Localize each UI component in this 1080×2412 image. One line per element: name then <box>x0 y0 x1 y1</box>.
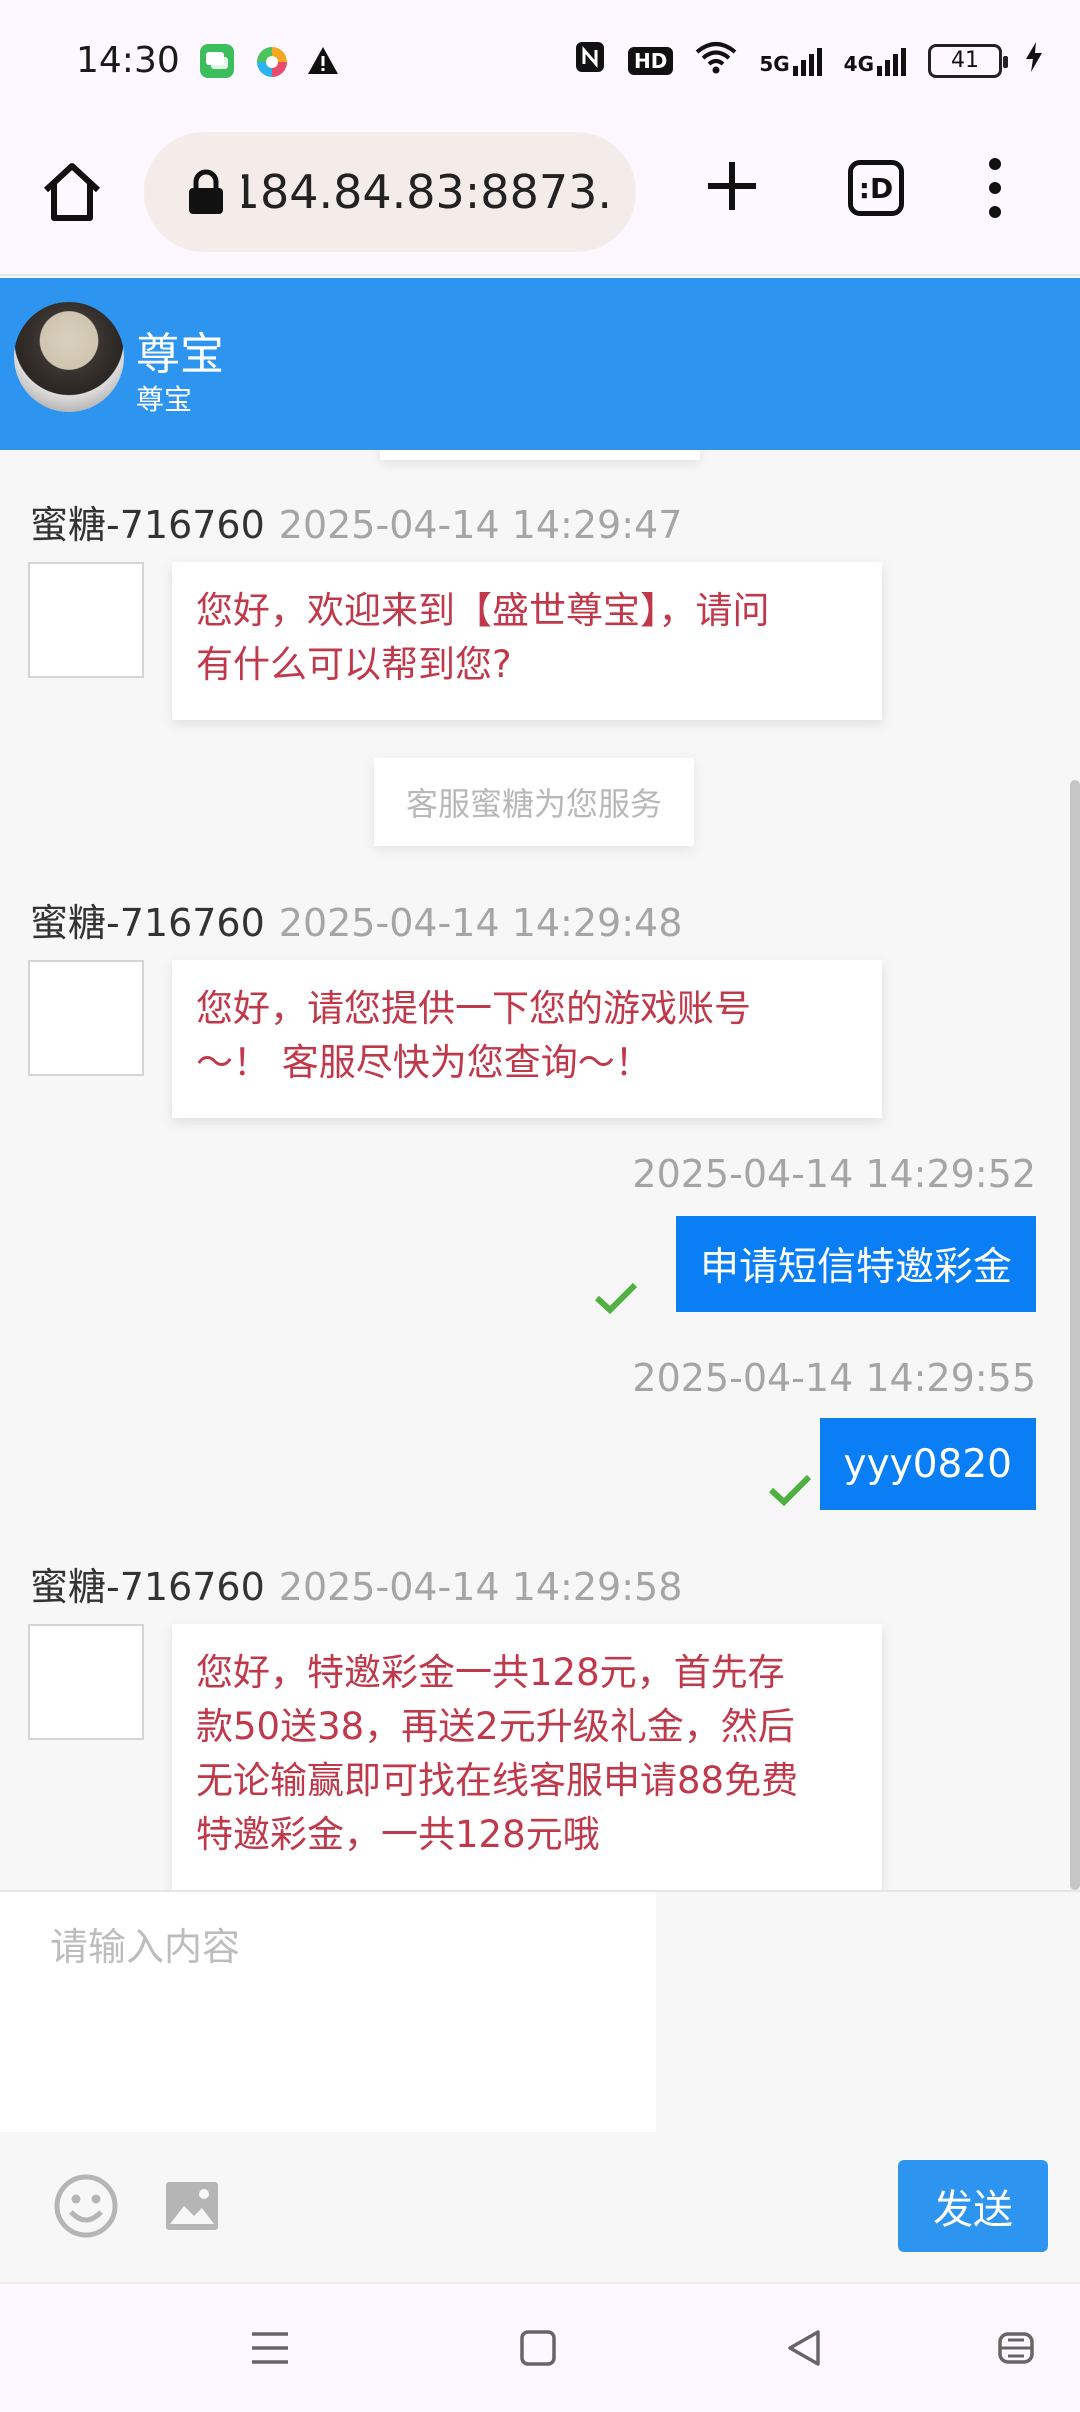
message-input[interactable] <box>0 1892 656 2132</box>
signal-5g-icon: 5G <box>759 46 822 76</box>
status-bar: 14:30 HD 5G 4G 41 <box>0 0 1080 120</box>
nfc-icon <box>574 40 606 81</box>
assistant-icon[interactable] <box>994 2326 1038 2370</box>
chat-title: 尊宝 <box>136 329 224 380</box>
check-icon <box>594 1282 638 1314</box>
scrollbar[interactable] <box>1070 780 1080 1890</box>
charging-icon <box>1024 40 1044 81</box>
timestamp: 2025-04-14 14:29:47 <box>278 503 683 547</box>
back-icon[interactable] <box>782 2326 826 2370</box>
send-button[interactable]: 发送 <box>898 2160 1048 2252</box>
menu-lines-icon[interactable] <box>248 2326 292 2370</box>
url-text[interactable]: .184.84.83:8873 <box>242 165 612 219</box>
composer: 发送 <box>0 1890 1080 2280</box>
message-meta: 蜜糖-716760 2025-04-14 14:29:58 <box>30 1556 682 1611</box>
sender-name: 蜜糖-716760 <box>30 1565 265 1609</box>
timestamp: 2025-04-14 14:29:52 <box>632 1152 1036 1196</box>
messages-app-icon <box>200 44 234 78</box>
more-menu-icon[interactable] <box>980 158 1010 222</box>
agent-avatar <box>28 1624 144 1740</box>
pinwheel-app-icon <box>254 44 288 78</box>
system-nav-bar <box>0 2282 1080 2412</box>
status-time: 14:30 <box>76 40 180 81</box>
new-tab-icon[interactable] <box>704 158 760 214</box>
hd-icon: HD <box>627 46 674 75</box>
agent-message: 您好，请您提供一下您的游戏账号 ～！ 客服尽快为您查询～！ <box>172 960 882 1118</box>
message-line: 您好，请您提供一下您的游戏账号 <box>196 987 751 1030</box>
message-line: 特邀彩金，一共128元哦 <box>196 1813 600 1856</box>
timestamp: 2025-04-14 14:29:58 <box>278 1565 683 1609</box>
agent-avatar <box>28 562 144 678</box>
timestamp: 2025-04-14 14:29:48 <box>278 901 683 945</box>
timestamp: 2025-04-14 14:29:55 <box>632 1356 1036 1400</box>
warning-icon <box>306 44 340 78</box>
message-line: 无论输赢即可找在线客服申请88免费 <box>196 1759 799 1802</box>
chat-header: 尊宝 尊宝 <box>0 278 1080 450</box>
message-line: 您好，特邀彩金一共128元，首先存 <box>196 1651 785 1694</box>
wifi-icon <box>695 40 737 81</box>
agent-message: 您好，特邀彩金一共128元，首先存 款50送38，再送2元升级礼金，然后 无论输… <box>172 1624 882 1890</box>
battery-level: 41 <box>951 48 979 73</box>
message-line: ～！ 客服尽快为您查询～！ <box>196 1041 652 1084</box>
status-icons: HD 5G 4G 41 <box>574 40 1044 81</box>
message-line: 您好，欢迎来到【盛世尊宝】，请问 <box>196 589 770 632</box>
emoji-icon[interactable] <box>54 2174 118 2238</box>
signal-4g-icon: 4G <box>844 46 906 76</box>
chat-subtitle: 尊宝 <box>136 383 193 416</box>
battery-icon: 41 <box>928 43 1008 78</box>
message-line: 款50送38，再送2元升级礼金，然后 <box>196 1705 795 1748</box>
agent-avatar <box>28 960 144 1076</box>
home-icon[interactable] <box>40 160 104 224</box>
sender-name: 蜜糖-716760 <box>30 901 265 945</box>
avatar[interactable] <box>14 302 124 412</box>
message-line: 有什么可以帮到您? <box>196 643 512 686</box>
sender-name: 蜜糖-716760 <box>30 503 265 547</box>
user-message: yyy0820 <box>819 1418 1036 1510</box>
message-meta: 蜜糖-716760 2025-04-14 14:29:47 <box>30 494 682 549</box>
address-bar[interactable]: .184.84.83:8873 <box>144 132 636 252</box>
partial-message <box>380 450 700 460</box>
image-icon[interactable] <box>164 2178 220 2234</box>
system-notice: 客服蜜糖为您服务 <box>374 758 694 846</box>
home-square-icon[interactable] <box>516 2326 560 2370</box>
check-icon <box>768 1474 812 1506</box>
tab-switcher-button[interactable]: :D <box>848 160 904 216</box>
user-message: 申请短信特邀彩金 <box>675 1216 1036 1312</box>
browser-toolbar: .184.84.83:8873 :D <box>0 120 1080 276</box>
message-list[interactable]: 蜜糖-716760 2025-04-14 14:29:47 您好，欢迎来到【盛世尊… <box>0 450 1080 1890</box>
message-meta: 蜜糖-716760 2025-04-14 14:29:48 <box>30 892 682 947</box>
agent-message: 您好，欢迎来到【盛世尊宝】，请问 有什么可以帮到您? <box>172 562 882 720</box>
lock-icon <box>186 169 226 215</box>
